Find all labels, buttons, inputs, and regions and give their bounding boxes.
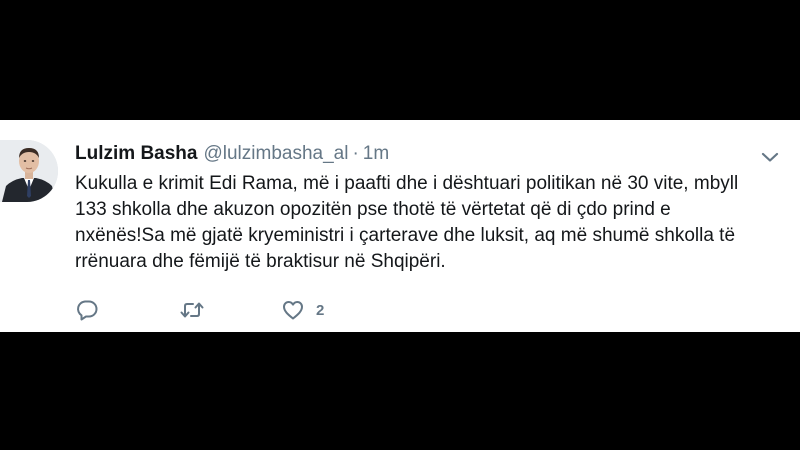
chevron-down-icon[interactable]: [760, 150, 780, 164]
retweet-button[interactable]: [179, 298, 205, 322]
heart-icon: [283, 301, 303, 320]
tweet-header: Lulzim Basha @lulzimbasha_al · 1m: [75, 142, 389, 166]
like-button[interactable]: 2: [281, 298, 324, 322]
tweet-text: Kukulla e krimit Edi Rama, më i paafti d…: [75, 173, 739, 272]
reply-bubble-icon: [77, 300, 98, 321]
tweet-actions: 2: [75, 298, 324, 322]
avatar-photo: [0, 140, 58, 202]
author-handle[interactable]: @lulzimbasha_al: [203, 143, 348, 164]
retweet-icon: [180, 302, 204, 318]
reply-button[interactable]: [75, 298, 99, 322]
avatar[interactable]: [0, 140, 58, 202]
header-separator: ·: [352, 143, 359, 164]
author-name[interactable]: Lulzim Basha: [75, 143, 197, 164]
tweet-card: Lulzim Basha @lulzimbasha_al · 1m Kukulla e…: [0, 120, 800, 332]
timestamp[interactable]: 1m: [363, 143, 389, 164]
like-count: 2: [316, 301, 325, 319]
